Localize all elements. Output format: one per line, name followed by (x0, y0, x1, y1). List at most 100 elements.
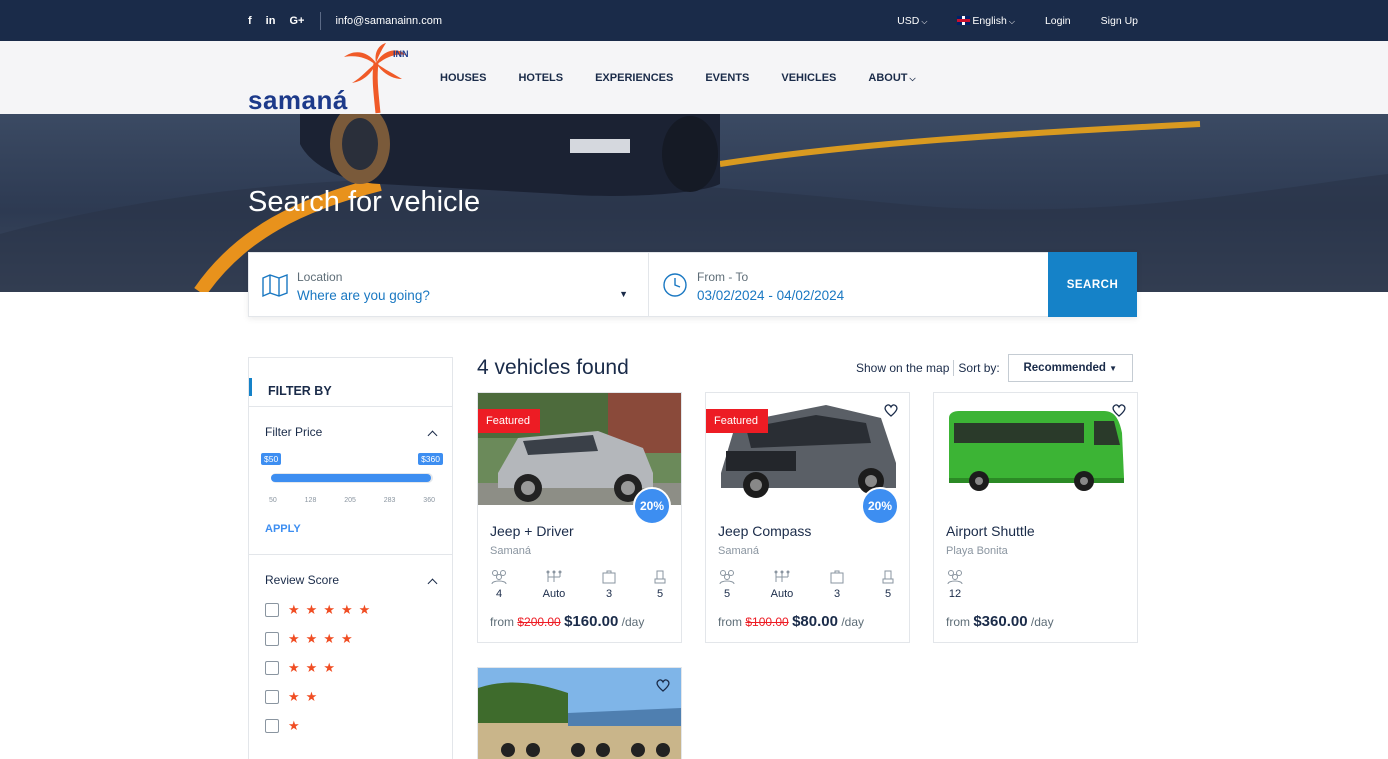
price-old: $100.00 (745, 615, 789, 629)
heart-icon[interactable] (655, 677, 671, 693)
vehicle-title[interactable]: Airport Shuttle (946, 523, 1035, 539)
star-icon: ★ (323, 602, 335, 617)
date-range-field[interactable]: From - To 03/02/2024 - 04/02/2024 (649, 253, 1049, 316)
review-option-3[interactable]: ★ ★ ★ (265, 660, 335, 676)
vehicle-card[interactable]: Featured 20% Jeep Compass Samaná 5 Auto … (705, 392, 910, 643)
site-logo[interactable]: samaná INN (248, 43, 418, 115)
spec-value: 4 (495, 588, 503, 600)
review-option-1[interactable]: ★ (265, 718, 300, 734)
dropdown-arrow-icon[interactable]: ▼ (619, 289, 628, 299)
price-now: $360.00 (973, 613, 1028, 630)
vehicle-title[interactable]: Jeep Compass (718, 523, 811, 539)
spec-value: 12 (948, 588, 962, 600)
heart-icon[interactable] (883, 402, 899, 418)
hero-title: Search for vehicle (248, 186, 481, 218)
location-field[interactable]: Location Where are you going? ▼ (249, 253, 649, 316)
heart-icon[interactable] (1111, 402, 1127, 418)
price-old: $200.00 (517, 615, 561, 629)
date-input[interactable]: 03/02/2024 - 04/02/2024 (697, 288, 844, 303)
nav-events[interactable]: EVENTS (705, 72, 749, 84)
star-icon: ★ (323, 660, 335, 675)
checkbox[interactable] (265, 719, 279, 733)
star-icon: ★ (305, 689, 318, 704)
social-links: f in G+ info@samanainn.com (248, 0, 442, 41)
luggage-icon (830, 570, 844, 584)
tick-label: 360 (423, 497, 435, 504)
map-icon (262, 273, 288, 298)
spec-luggage: 3 (817, 569, 857, 600)
spec-value: 5 (723, 588, 731, 600)
language-select[interactable]: English ⌵ (957, 15, 1015, 27)
featured-badge: Featured (706, 409, 769, 433)
vehicle-image[interactable] (478, 668, 681, 759)
vehicle-image[interactable] (934, 393, 1137, 505)
price-unit: /day (1030, 615, 1054, 629)
spec-passengers: 5 (707, 569, 747, 600)
price-max-tag[interactable]: $360 (418, 453, 443, 465)
date-label: From - To (697, 270, 749, 284)
checkbox[interactable] (265, 632, 279, 646)
spec-value: 5 (884, 588, 892, 600)
luggage-icon (602, 570, 616, 584)
main-header: samaná INN HOUSES HOTELS EXPERIENCES EVE… (0, 41, 1388, 115)
nav-hotels[interactable]: HOTELS (518, 72, 563, 84)
checkbox[interactable] (265, 690, 279, 704)
email-link[interactable]: info@samanainn.com (335, 15, 442, 27)
apply-button[interactable]: APPLY (265, 523, 301, 535)
price-unit: /day (621, 615, 645, 629)
currency-select[interactable]: USD ⌵ (897, 15, 927, 27)
vehicle-card[interactable]: Airport Shuttle Playa Bonita 12 from $36… (933, 392, 1138, 643)
chevron-up-icon[interactable] (427, 578, 438, 589)
review-option-5[interactable]: ★ ★ ★ ★ ★ (265, 602, 370, 618)
sort-value: Recommended (1023, 362, 1106, 374)
nav-vehicles[interactable]: VEHICLES (781, 72, 836, 84)
review-option-2[interactable]: ★ ★ (265, 689, 317, 705)
vehicle-card[interactable] (477, 667, 682, 759)
logo-inn: INN (393, 49, 409, 59)
sort-select[interactable]: Recommended ▼ (1007, 354, 1133, 382)
spec-transmission: Auto (762, 569, 802, 600)
search-box: Location Where are you going? ▼ From - T… (248, 252, 1137, 317)
seat-icon (654, 570, 666, 584)
spec-passengers: 4 (479, 569, 519, 600)
checkbox[interactable] (265, 661, 279, 675)
google-plus-icon[interactable]: G+ (289, 15, 304, 27)
range-ticks: 50 128 205 283 360 (269, 497, 435, 504)
price-min-tag[interactable]: $50 (261, 453, 282, 465)
filter-sidebar: FILTER BY Filter Price $50 $360 50 128 2… (248, 357, 453, 759)
chevron-up-icon[interactable] (427, 430, 438, 441)
price-range-slider[interactable]: $50 $360 50 128 205 283 360 (261, 453, 443, 513)
checkbox[interactable] (265, 603, 279, 617)
location-input[interactable]: Where are you going? (297, 288, 430, 303)
spec-luggage: 3 (589, 569, 629, 600)
signup-link[interactable]: Sign Up (1101, 15, 1138, 27)
vehicle-location: Playa Bonita (946, 545, 1008, 557)
price-unit: /day (841, 615, 864, 629)
search-button[interactable]: SEARCH (1048, 252, 1137, 317)
linkedin-icon[interactable]: in (266, 15, 276, 27)
discount-badge: 20% (861, 487, 899, 525)
vehicle-title[interactable]: Jeep + Driver (490, 523, 574, 539)
gearbox-icon (774, 570, 790, 582)
review-option-4[interactable]: ★ ★ ★ ★ (265, 631, 353, 647)
nav-about[interactable]: ABOUT ⌵ (868, 72, 915, 84)
star-icon: ★ (305, 660, 318, 675)
facebook-icon[interactable]: f (248, 15, 252, 27)
vehicle-card[interactable]: Featured 20% Jeep + Driver Samaná 4 Auto… (477, 392, 682, 643)
gearbox-icon (546, 570, 562, 582)
nav-experiences[interactable]: EXPERIENCES (595, 72, 673, 84)
main-nav: HOUSES HOTELS EXPERIENCES EVENTS VEHICLE… (440, 41, 916, 114)
review-score-title[interactable]: Review Score (265, 573, 339, 587)
spec-value: 3 (605, 588, 613, 600)
login-link[interactable]: Login (1045, 15, 1071, 27)
spec-passengers: 12 (935, 569, 975, 600)
range-fill (271, 474, 431, 482)
seat-icon (882, 570, 894, 584)
star-icon: ★ (358, 602, 371, 617)
nav-houses[interactable]: HOUSES (440, 72, 486, 84)
vehicle-price: from $360.00 /day (946, 613, 1054, 630)
show-on-map-link[interactable]: Show on the map (856, 361, 949, 375)
filter-price-title[interactable]: Filter Price (265, 425, 322, 439)
sort-label: Sort by: (958, 361, 1000, 375)
divider (249, 406, 452, 407)
